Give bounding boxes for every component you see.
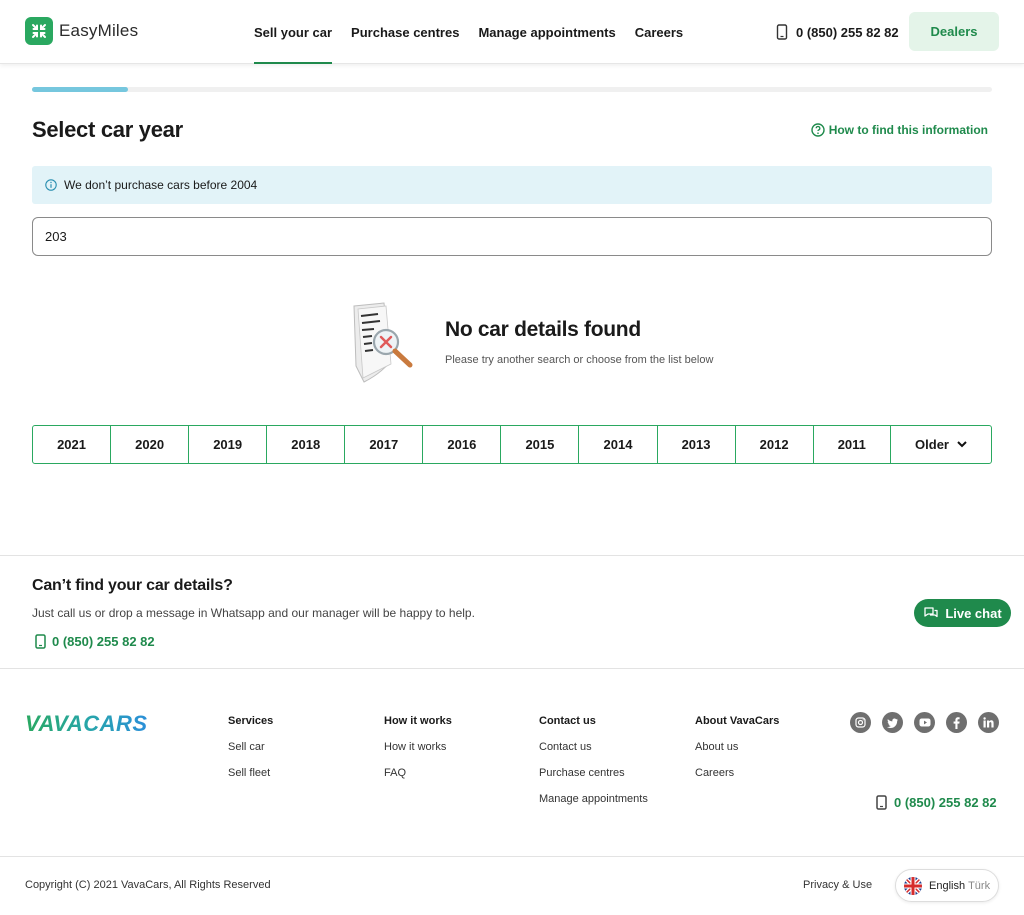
main-nav: Sell your car Purchase centres Manage ap…: [254, 0, 702, 64]
year-option[interactable]: 2012: [736, 426, 814, 463]
privacy-link[interactable]: Privacy & Use: [803, 879, 872, 891]
cant-find-phone-number: 0 (850) 255 82 82: [52, 634, 155, 649]
help-link[interactable]: How to find this information: [810, 123, 988, 137]
footer-phone[interactable]: 0 (850) 255 82 82: [876, 795, 997, 810]
year-option[interactable]: 2016: [423, 426, 502, 463]
footer-link[interactable]: Contact us: [539, 741, 648, 753]
phone-icon: [776, 24, 788, 40]
footer-column-head: Contact us: [539, 715, 596, 727]
live-chat-label: Live chat: [945, 605, 1002, 621]
empty-state-subtitle: Please try another search or choose from…: [445, 354, 714, 366]
year-option[interactable]: 2019: [189, 426, 268, 463]
facebook-icon[interactable]: [946, 712, 967, 733]
footer-link[interactable]: Purchase centres: [539, 767, 648, 779]
nav-sell-your-car[interactable]: Sell your car: [254, 0, 333, 64]
info-icon: [45, 179, 57, 191]
nav-manage-appointments[interactable]: Manage appointments: [478, 0, 615, 64]
logo-mark-icon: [25, 17, 53, 45]
live-chat-button[interactable]: Live chat: [914, 599, 1011, 627]
site-header: EasyMiles Sell your car Purchase centres…: [0, 0, 1024, 64]
copyright-text: Copyright (C) 2021 VavaCars, All Rights …: [25, 879, 271, 891]
social-links: [850, 712, 1010, 733]
page-title: Select car year: [32, 117, 183, 142]
progress-fill: [32, 87, 128, 92]
footer-link[interactable]: FAQ: [384, 767, 452, 779]
older-years-dropdown[interactable]: Older: [891, 426, 991, 463]
phone-icon: [876, 795, 887, 810]
footer-link[interactable]: How it works: [384, 741, 452, 753]
linkedin-icon[interactable]: [978, 712, 999, 733]
help-link-label: How to find this information: [828, 123, 988, 137]
chat-icon: [924, 607, 938, 618]
year-option[interactable]: 2018: [267, 426, 346, 463]
language-english[interactable]: English: [929, 880, 965, 892]
year-option[interactable]: 2015: [501, 426, 580, 463]
chevron-down-icon: [957, 441, 967, 448]
uk-flag-icon: [904, 876, 922, 895]
year-option[interactable]: 2011: [814, 426, 891, 463]
phone-icon: [35, 634, 46, 649]
language-turkish[interactable]: Türk: [968, 880, 990, 892]
info-text: We don’t purchase cars before 2004: [64, 178, 258, 192]
progress-bar: [32, 87, 992, 92]
footer-divider: [0, 856, 1024, 857]
nav-purchase-centres[interactable]: Purchase centres: [351, 0, 459, 64]
footer-column-head: About VavaCars: [695, 715, 780, 727]
vavacars-logo[interactable]: VAVACARS: [25, 711, 165, 740]
older-label: Older: [915, 437, 949, 452]
twitter-icon[interactable]: [882, 712, 903, 733]
footer-link[interactable]: Sell fleet: [228, 767, 273, 779]
vavacars-logo-text: VAVACARS: [25, 711, 148, 736]
brand-logo[interactable]: EasyMiles: [25, 17, 138, 45]
footer-link[interactable]: Sell car: [228, 741, 273, 753]
no-results-illustration-icon: [350, 302, 420, 384]
footer-link[interactable]: Manage appointments: [539, 793, 648, 805]
brand-name: EasyMiles: [59, 21, 139, 40]
year-option[interactable]: 2017: [345, 426, 424, 463]
footer-column-head: How it works: [384, 715, 452, 727]
year-search-input[interactable]: [32, 217, 992, 256]
cant-find-phone[interactable]: 0 (850) 255 82 82: [35, 634, 155, 649]
instagram-icon[interactable]: [850, 712, 871, 733]
language-switcher: English Türk: [895, 869, 999, 902]
footer-column-about: About VavaCars About us Careers: [695, 715, 779, 793]
footer-column-contact-us: Contact us Contact us Purchase centres M…: [539, 715, 648, 819]
year-option[interactable]: 2021: [33, 426, 112, 463]
footer-column-head: Services: [228, 715, 274, 727]
section-divider: [0, 668, 1024, 669]
year-selector: 2021 2020 2019 2018 2017 2016 2015 2014 …: [32, 425, 992, 464]
info-banner: We don’t purchase cars before 2004: [32, 166, 992, 204]
year-option[interactable]: 2014: [579, 426, 658, 463]
footer-link[interactable]: Careers: [695, 767, 779, 779]
year-option[interactable]: 2020: [111, 426, 190, 463]
section-divider: [0, 555, 1024, 556]
footer-column-how-it-works: How it works How it works FAQ: [384, 715, 452, 793]
empty-state-title: No car details found: [445, 318, 641, 341]
footer-link[interactable]: About us: [695, 741, 779, 753]
nav-careers[interactable]: Careers: [635, 0, 683, 64]
question-icon: [810, 123, 825, 137]
header-phone[interactable]: 0 (850) 255 82 82: [776, 0, 899, 64]
youtube-icon[interactable]: [914, 712, 935, 733]
header-phone-number: 0 (850) 255 82 82: [796, 24, 899, 40]
svg-text:VAVACARS: VAVACARS: [25, 711, 148, 735]
footer-column-services: Services Sell car Sell fleet: [228, 715, 273, 793]
year-option[interactable]: 2013: [658, 426, 736, 463]
cant-find-text: Just call us or drop a message in Whatsa…: [32, 606, 475, 620]
dealers-button[interactable]: Dealers: [909, 12, 999, 51]
footer-phone-number: 0 (850) 255 82 82: [894, 795, 997, 810]
cant-find-title: Can’t find your car details?: [32, 577, 233, 594]
